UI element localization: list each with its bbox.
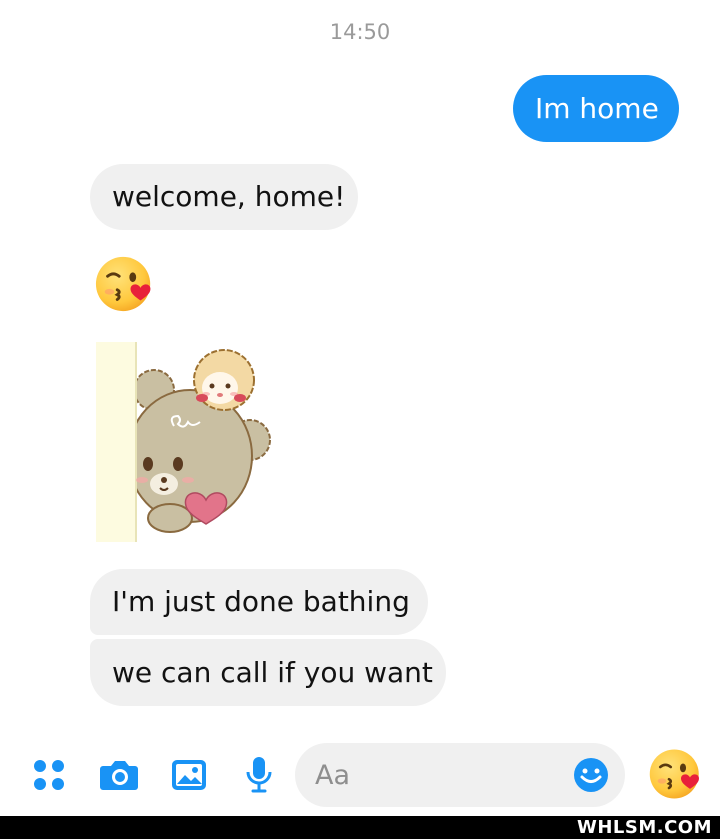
kiss-emoji-message[interactable] bbox=[94, 253, 156, 315]
message-timestamp: 14:50 bbox=[329, 20, 391, 44]
message-input[interactable]: Aa bbox=[295, 743, 625, 807]
camera-button[interactable] bbox=[96, 752, 142, 798]
chat-screen: 14:50 Im home welcome, home! I'm just do… bbox=[0, 0, 720, 839]
microphone-button[interactable] bbox=[236, 752, 282, 798]
watermark-text: WHLSM.COM bbox=[576, 817, 712, 838]
bear-peeking-sticker-icon bbox=[96, 342, 271, 542]
message-text: I'm just done bathing bbox=[112, 585, 410, 618]
smiley-icon bbox=[574, 758, 608, 792]
camera-icon bbox=[100, 761, 138, 790]
message-input-placeholder: Aa bbox=[315, 759, 351, 791]
gallery-icon bbox=[172, 760, 206, 790]
message-text: we can call if you want bbox=[112, 655, 433, 689]
watermark-bar: WHLSM.COM bbox=[0, 816, 720, 839]
microphone-icon bbox=[246, 757, 272, 793]
incoming-message-bubble[interactable]: I'm just done bathing bbox=[90, 569, 428, 635]
incoming-message-bubble[interactable]: we can call if you want bbox=[90, 639, 446, 706]
quick-reaction-button[interactable] bbox=[648, 746, 704, 802]
more-apps-button[interactable] bbox=[26, 752, 72, 798]
message-text: welcome, home! bbox=[112, 180, 346, 213]
bear-sticker-message[interactable] bbox=[92, 338, 282, 548]
message-composer: Aa bbox=[0, 734, 720, 816]
gallery-button[interactable] bbox=[166, 752, 212, 798]
more-apps-icon bbox=[34, 760, 64, 790]
face-blowing-kiss-icon bbox=[649, 749, 700, 799]
emoji-picker-button[interactable] bbox=[573, 757, 609, 793]
message-text: Im home bbox=[535, 91, 659, 125]
outgoing-message-bubble[interactable]: Im home bbox=[513, 75, 679, 142]
incoming-message-bubble[interactable]: welcome, home! bbox=[90, 164, 358, 230]
face-blowing-kiss-icon bbox=[95, 256, 151, 312]
